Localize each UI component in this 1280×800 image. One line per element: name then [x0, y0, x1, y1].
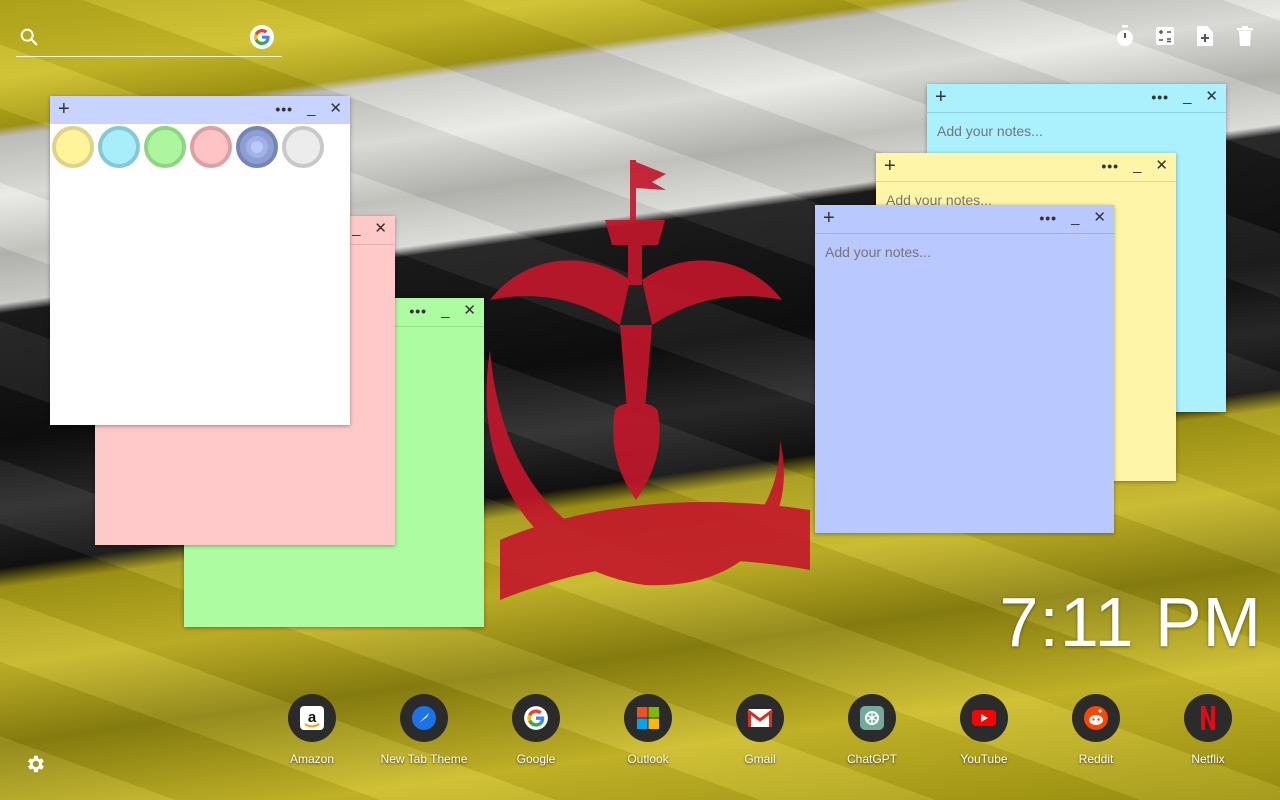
app-new-tab-theme[interactable]: New Tab Theme	[368, 694, 480, 766]
app-label: Google	[516, 752, 556, 766]
trash-icon[interactable]	[1234, 24, 1256, 48]
note-menu-button[interactable]: •••	[275, 100, 293, 118]
app-label: ChatGPT	[846, 752, 897, 766]
calculator-icon[interactable]	[1154, 24, 1176, 48]
close-note-button[interactable]: ✕	[1093, 209, 1106, 227]
gmail-icon	[736, 694, 784, 742]
emblem-image	[486, 160, 810, 600]
app-amazon[interactable]: a Amazon	[256, 694, 368, 766]
note-menu-button[interactable]: •••	[1039, 209, 1057, 227]
app-gmail[interactable]: Gmail	[704, 694, 816, 766]
close-note-button[interactable]: ✕	[1155, 157, 1168, 175]
swatch-cyan[interactable]	[98, 126, 140, 168]
minimize-note-button[interactable]: _	[307, 100, 315, 118]
color-swatches	[50, 124, 350, 170]
app-label: Netflix	[1191, 752, 1225, 766]
note-toolbar: + ••• _ ✕	[50, 96, 350, 124]
close-note-button[interactable]: ✕	[329, 100, 342, 118]
app-label: New Tab Theme	[380, 752, 468, 766]
add-file-icon[interactable]	[1194, 24, 1216, 48]
add-note-button[interactable]: +	[935, 87, 947, 107]
search-input[interactable]	[54, 24, 258, 52]
app-label: Reddit	[1078, 752, 1114, 766]
note-textarea[interactable]	[815, 234, 1114, 534]
search-bar	[16, 22, 282, 57]
google-search-engine-icon[interactable]	[250, 25, 274, 49]
add-note-button[interactable]: +	[884, 156, 896, 176]
close-note-button[interactable]: ✕	[1205, 88, 1218, 106]
app-youtube[interactable]: YouTube	[928, 694, 1040, 766]
swatch-pink[interactable]	[190, 126, 232, 168]
google-icon	[512, 694, 560, 742]
microsoft-icon	[624, 694, 672, 742]
app-label: Amazon	[289, 752, 335, 766]
swatch-yellow[interactable]	[52, 126, 94, 168]
toolbar	[1114, 24, 1256, 48]
settings-gear-icon[interactable]	[24, 753, 46, 780]
youtube-icon	[960, 694, 1008, 742]
sticky-note-blue: + ••• _ ✕	[815, 205, 1114, 534]
close-note-button[interactable]: ✕	[463, 302, 476, 320]
minimize-note-button[interactable]: _	[352, 220, 360, 238]
note-menu-button[interactable]: •••	[1101, 157, 1119, 175]
app-google[interactable]: Google	[480, 694, 592, 766]
amazon-icon: a	[288, 694, 336, 742]
new-tab-theme-icon	[400, 694, 448, 742]
app-reddit[interactable]: Reddit	[1040, 694, 1152, 766]
close-note-button[interactable]: ✕	[374, 220, 387, 238]
app-netflix[interactable]: Netflix	[1152, 694, 1264, 766]
add-note-button[interactable]: +	[823, 208, 835, 228]
note-toolbar: + ••• _ ✕	[876, 153, 1176, 182]
swatch-gray[interactable]	[282, 126, 324, 168]
timer-icon[interactable]	[1114, 24, 1136, 48]
clock: 7:11 PM	[999, 583, 1262, 661]
app-outlook[interactable]: Outlook	[592, 694, 704, 766]
reddit-icon	[1072, 694, 1120, 742]
app-label: Gmail	[744, 752, 776, 766]
svg-text:a: a	[308, 709, 317, 726]
minimize-note-button[interactable]: _	[1071, 209, 1079, 227]
minimize-note-button[interactable]: _	[1183, 88, 1191, 106]
chatgpt-icon	[848, 694, 896, 742]
note-menu-button[interactable]: •••	[1151, 88, 1169, 106]
app-label: YouTube	[960, 752, 1008, 766]
swatch-blue-selected[interactable]	[236, 126, 278, 168]
add-note-button[interactable]: +	[58, 99, 70, 119]
app-dock: a Amazon New Tab Theme Google Outlook Gm…	[256, 694, 1264, 766]
netflix-icon	[1184, 694, 1232, 742]
note-toolbar: + ••• _ ✕	[815, 205, 1114, 234]
app-label: Outlook	[627, 752, 669, 766]
minimize-note-button[interactable]: _	[1133, 157, 1141, 175]
swatch-green[interactable]	[144, 126, 186, 168]
app-chatgpt[interactable]: ChatGPT	[816, 694, 928, 766]
note-toolbar: + ••• _ ✕	[927, 84, 1226, 113]
note-menu-button[interactable]: •••	[409, 302, 427, 320]
search-icon[interactable]	[18, 26, 40, 48]
sticky-note-color-picker: + ••• _ ✕	[50, 96, 350, 425]
minimize-note-button[interactable]: _	[441, 302, 449, 320]
